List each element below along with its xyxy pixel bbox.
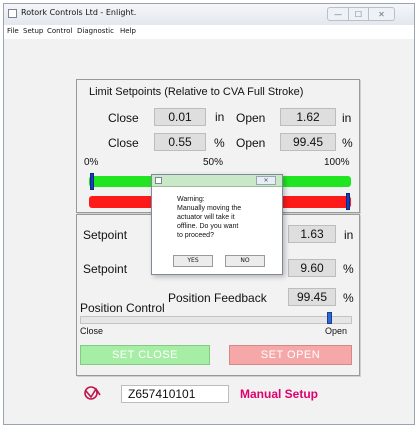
position-slider-thumb[interactable] bbox=[327, 312, 333, 324]
position-feedback-unit: % bbox=[343, 291, 354, 305]
dialog-title-bar[interactable]: ✕ bbox=[152, 175, 282, 187]
dialog-no-button[interactable]: NO bbox=[225, 255, 265, 267]
close-pct-field[interactable]: 0.55 bbox=[154, 133, 206, 151]
close-in-unit: in bbox=[215, 110, 225, 124]
close-pct-unit: % bbox=[214, 136, 225, 150]
position-feedback-field: 99.45 bbox=[288, 288, 336, 306]
slider-open-label: Open bbox=[325, 326, 348, 336]
slider-close-label: Close bbox=[80, 326, 104, 336]
serial-number-field: Z657410101 bbox=[121, 385, 229, 403]
open-pct-label: Open bbox=[236, 136, 266, 150]
open-pct-unit: % bbox=[342, 136, 353, 150]
menu-diagnostic[interactable]: Diagnostic bbox=[77, 27, 114, 35]
dialog-message: Warning: Manually moving the actuator wi… bbox=[177, 196, 242, 239]
mode-label: Manual Setup bbox=[240, 387, 319, 401]
menu-bar: File Setup Control Diagnostic Help bbox=[4, 25, 414, 39]
dialog-app-icon bbox=[155, 177, 162, 184]
setpoint-pct-field[interactable]: 9.60 bbox=[288, 259, 336, 277]
close-limit-marker[interactable] bbox=[90, 173, 95, 190]
menu-control[interactable]: Control bbox=[47, 27, 72, 35]
position-slider-track[interactable] bbox=[80, 316, 352, 324]
open-limit-marker[interactable] bbox=[345, 193, 350, 210]
menu-file[interactable]: File bbox=[7, 27, 19, 35]
close-in-label: Close bbox=[108, 111, 139, 125]
open-in-unit: in bbox=[342, 111, 352, 125]
setpoint-in-field[interactable]: 1.63 bbox=[288, 225, 336, 243]
open-pct-field[interactable]: 99.45 bbox=[280, 133, 336, 151]
limit-setpoints-heading: Limit Setpoints (Relative to CVA Full St… bbox=[89, 86, 304, 98]
rotork-logo-icon bbox=[84, 386, 101, 400]
dialog-close-button[interactable]: ✕ bbox=[256, 176, 276, 185]
title-bar[interactable]: Rotork Controls Ltd - Enlight. — ☐ ✕ bbox=[4, 4, 414, 25]
setpoint-in-unit: in bbox=[344, 228, 354, 242]
warning-dialog: ✕ Warning: Manually moving the actuator … bbox=[151, 174, 283, 275]
app-icon bbox=[8, 9, 17, 18]
position-feedback-label: Position Feedback bbox=[168, 291, 267, 305]
set-open-button[interactable]: SET OPEN bbox=[229, 345, 352, 365]
open-in-field[interactable]: 1.62 bbox=[280, 108, 336, 126]
menu-help[interactable]: Help bbox=[120, 27, 136, 35]
window-title: Rotork Controls Ltd - Enlight. bbox=[21, 8, 137, 17]
minimize-button[interactable]: — bbox=[327, 7, 349, 21]
close-pct-label: Close bbox=[108, 136, 139, 150]
close-button[interactable]: ✕ bbox=[369, 7, 395, 21]
close-in-field[interactable]: 0.01 bbox=[154, 108, 206, 126]
setpoint-pct-unit: % bbox=[343, 262, 354, 276]
open-in-label: Open bbox=[236, 111, 266, 125]
position-control-heading: Position Control bbox=[80, 301, 165, 315]
scale-min-label: 0% bbox=[84, 157, 99, 168]
setpoint-pct-label: Setpoint bbox=[83, 262, 128, 276]
scale-max-label: 100% bbox=[324, 157, 350, 168]
scale-mid-label: 50% bbox=[203, 157, 224, 168]
maximize-button[interactable]: ☐ bbox=[349, 7, 369, 21]
menu-setup[interactable]: Setup bbox=[23, 27, 43, 35]
set-close-button[interactable]: SET CLOSE bbox=[80, 345, 210, 365]
dialog-yes-button[interactable]: YES bbox=[173, 255, 213, 267]
setpoint-in-label: Setpoint bbox=[83, 228, 128, 242]
